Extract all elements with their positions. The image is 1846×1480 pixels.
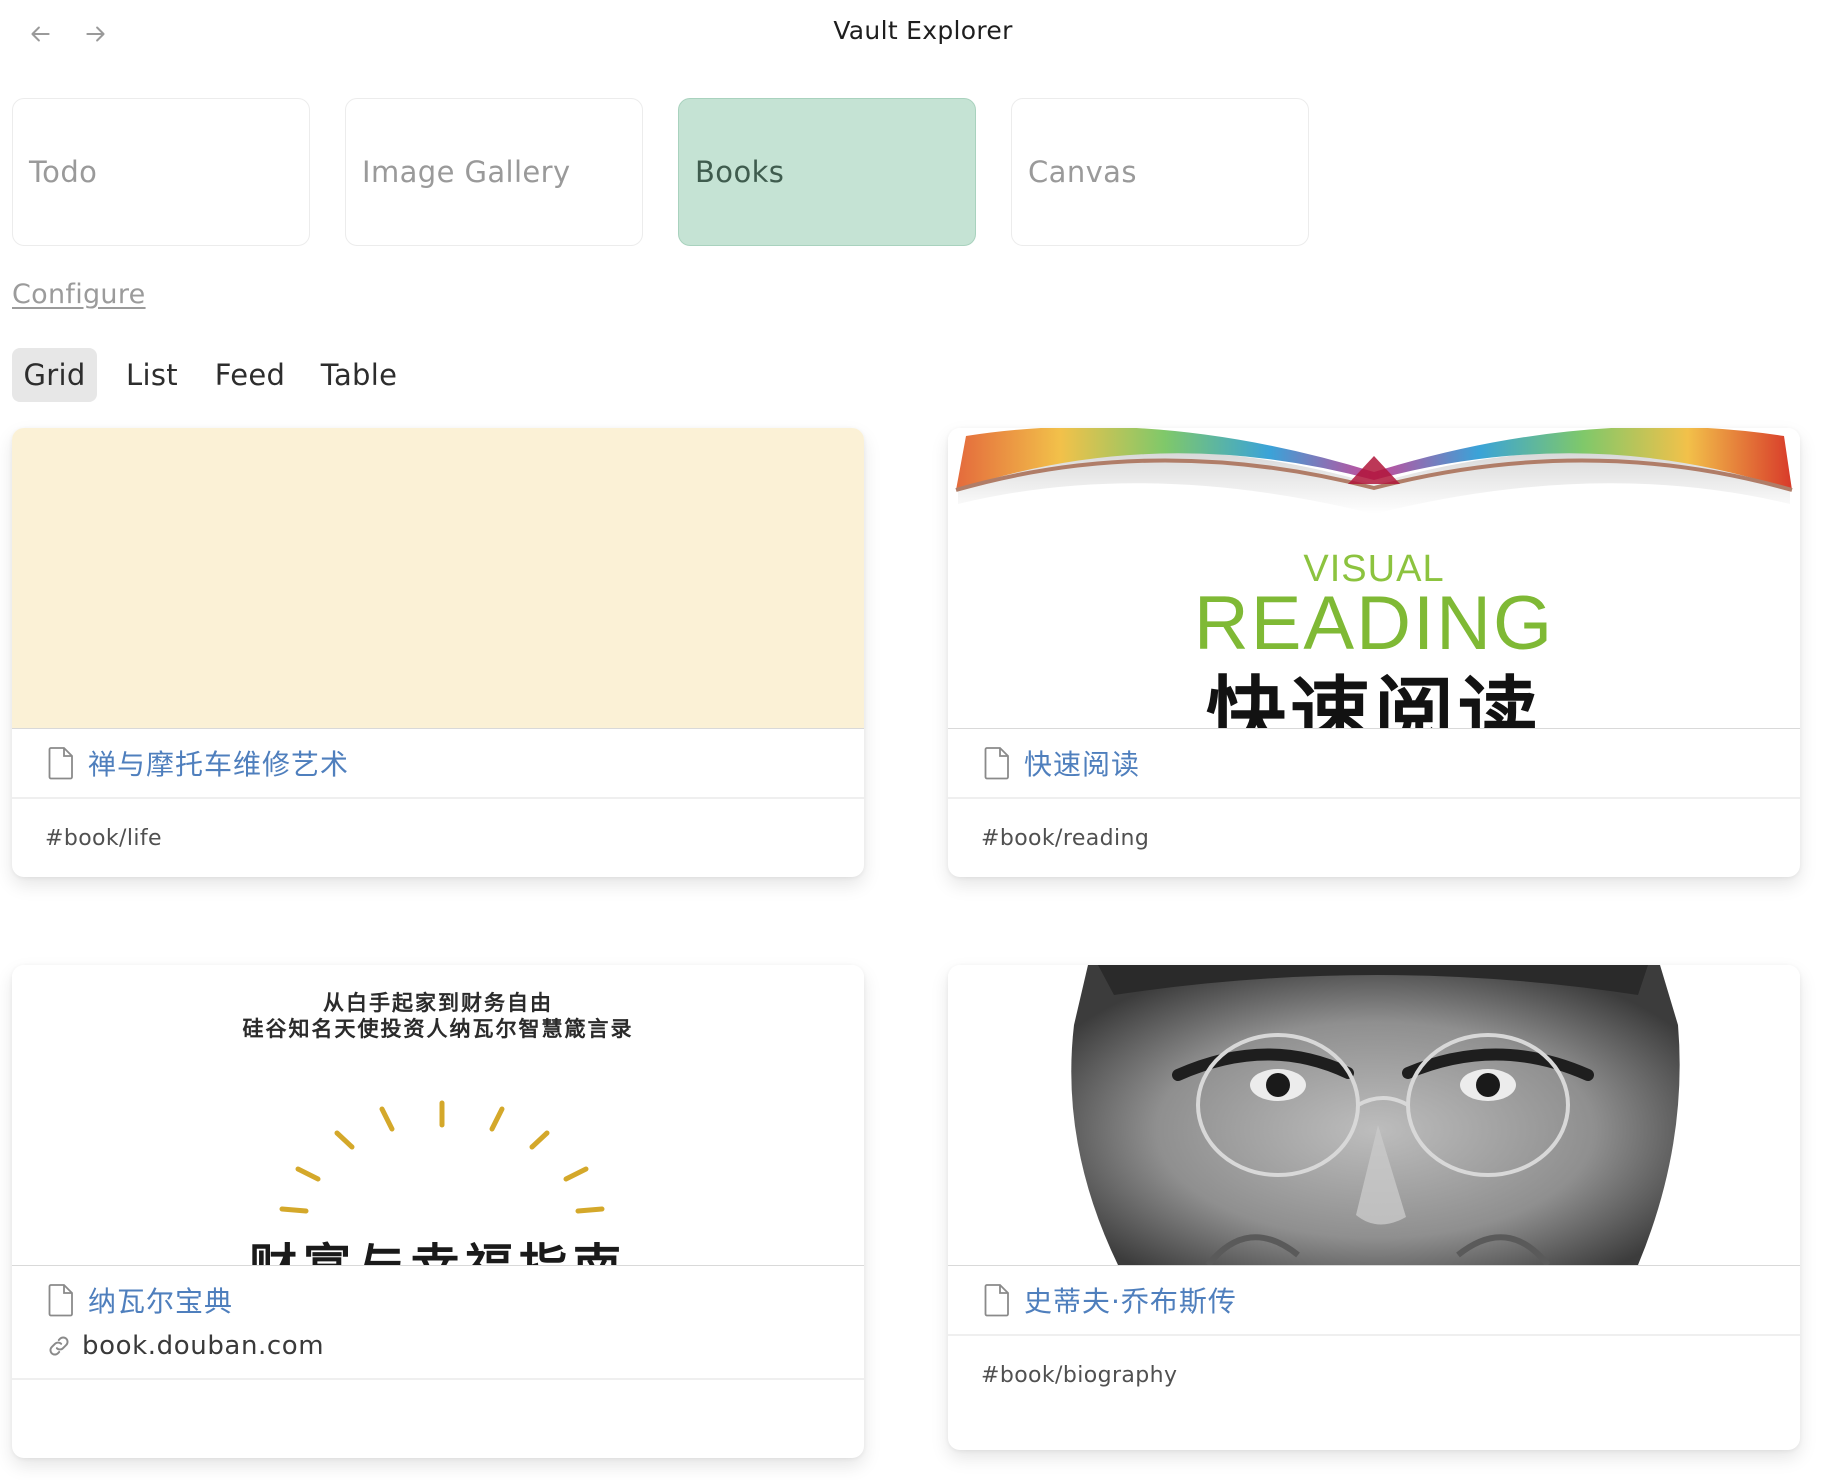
view-tile-label: Books [695, 155, 785, 189]
card-cover-image[interactable]: 从白手起家到财务自由 硅谷知名天使投资人纳瓦尔智慧箴言录 财富与幸福指南 [12, 965, 864, 1266]
card-title[interactable]: 史蒂夫·乔布斯传 [1024, 1280, 1237, 1320]
card-tag[interactable]: #book/life [45, 826, 162, 851]
card-empty-footer [12, 1380, 864, 1458]
card-cover-image[interactable]: VISUAL READING 快速阅读 [948, 428, 1800, 729]
link-icon [46, 1333, 72, 1359]
window-title: Vault Explorer [833, 16, 1013, 45]
card-url[interactable]: book.douban.com [82, 1331, 324, 1361]
card-title[interactable]: 禅与摩托车维修艺术 [88, 743, 349, 783]
view-tile-label: Todo [29, 155, 98, 189]
card-cover-image[interactable] [948, 965, 1800, 1266]
view-tile-label: Image Gallery [362, 155, 571, 189]
portrait-illustration [948, 965, 1800, 1265]
configure-link[interactable]: Configure [12, 279, 146, 310]
tab-table[interactable]: Table [310, 348, 408, 402]
book-card[interactable]: 史蒂夫·乔布斯传 #book/biography [948, 965, 1800, 1450]
tab-list[interactable]: List [117, 348, 187, 402]
file-icon [46, 1283, 76, 1317]
book-card[interactable]: 禅与摩托车维修艺术 #book/life [12, 428, 864, 877]
book-card[interactable]: 从白手起家到财务自由 硅谷知名天使投资人纳瓦尔智慧箴言录 财富与幸福指南 纳瓦尔… [12, 965, 864, 1458]
file-icon [982, 1283, 1012, 1317]
tab-feed[interactable]: Feed [208, 348, 292, 402]
book-card[interactable]: VISUAL READING 快速阅读 快速阅读 #book/reading [948, 428, 1800, 877]
card-cover-image[interactable] [12, 428, 864, 729]
view-tile-canvas[interactable]: Canvas [1011, 98, 1309, 246]
view-tile-image-gallery[interactable]: Image Gallery [345, 98, 643, 246]
open-book-illustration [948, 428, 1800, 728]
view-tile-todo[interactable]: Todo [12, 98, 310, 246]
card-title[interactable]: 快速阅读 [1024, 743, 1140, 783]
card-title[interactable]: 纳瓦尔宝典 [88, 1280, 233, 1320]
sunrise-illustration [279, 1100, 605, 1214]
card-tag[interactable]: #book/biography [981, 1363, 1177, 1388]
card-tag[interactable]: #book/reading [981, 826, 1149, 851]
file-icon [982, 746, 1012, 780]
tab-grid[interactable]: Grid [12, 348, 97, 402]
view-tile-books[interactable]: Books [678, 98, 976, 246]
file-icon [46, 746, 76, 780]
view-tile-label: Canvas [1028, 155, 1137, 189]
